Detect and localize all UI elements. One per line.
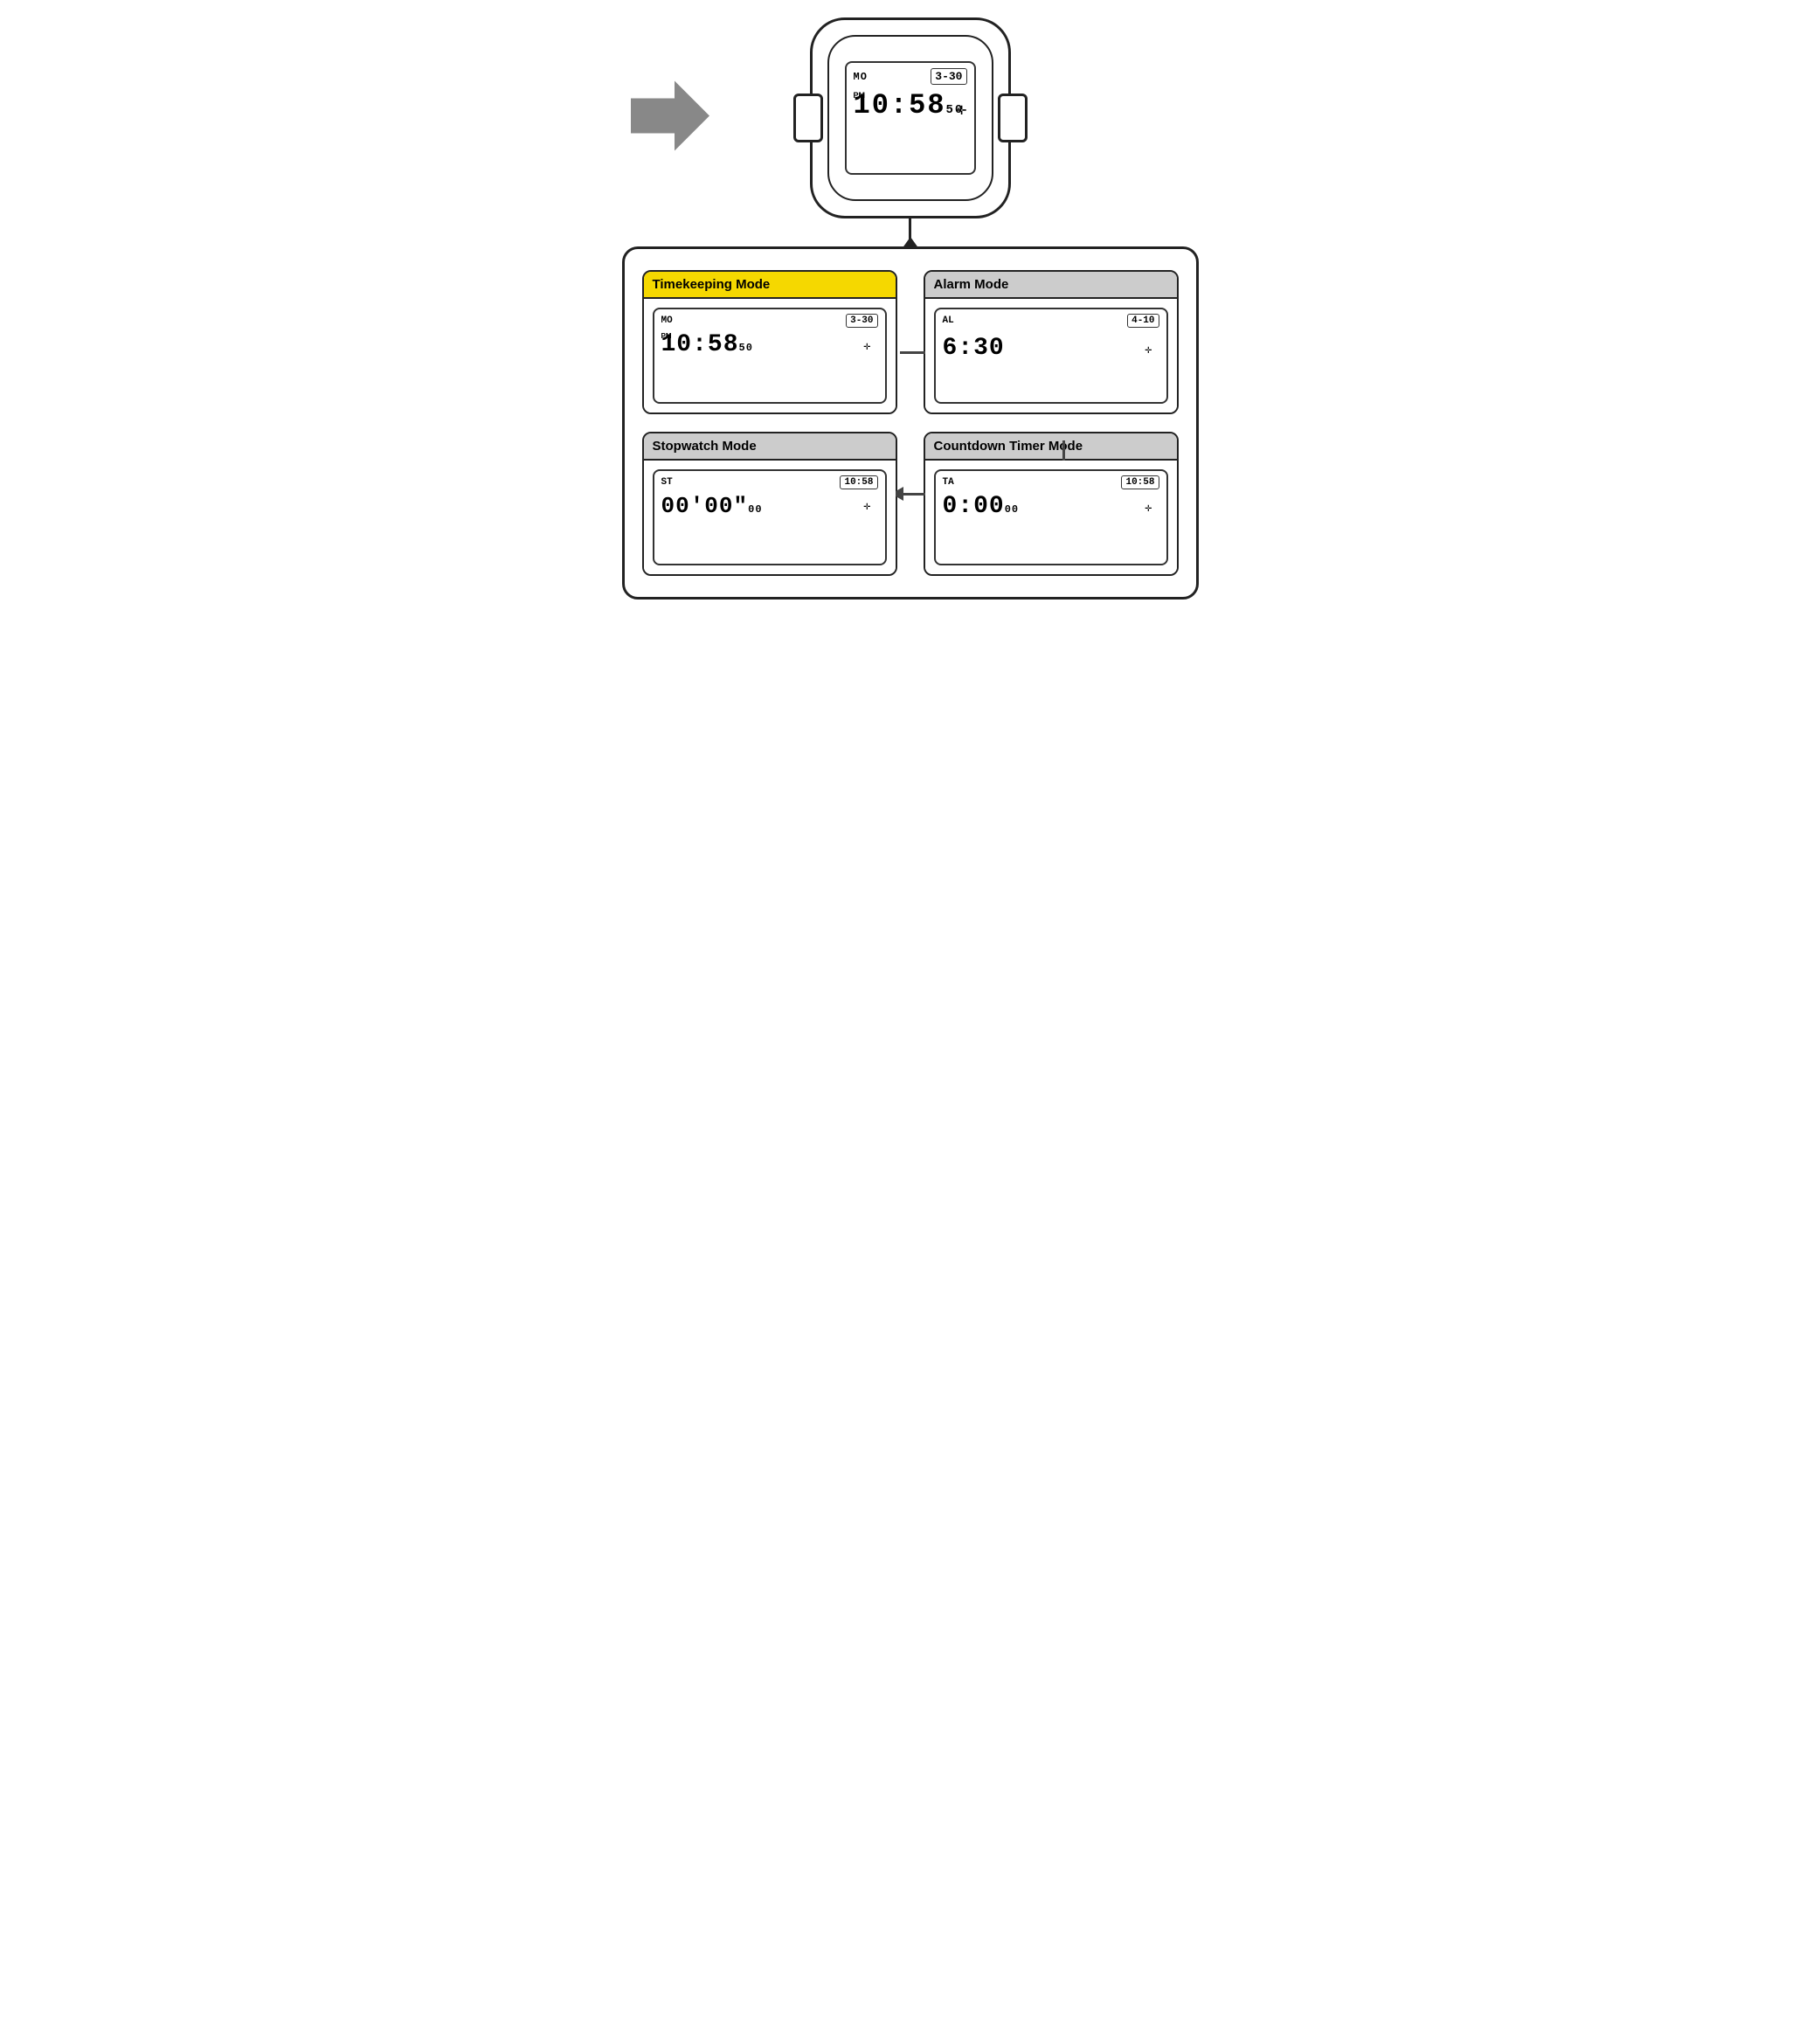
watch-time-value: 10:58 [854, 89, 946, 121]
countdown-title: Countdown Timer Mode [925, 433, 1177, 461]
modes-grid: Timekeeping Mode MO 3-30 PM 10:5850 ✛ [642, 270, 1179, 576]
st-time: 00'00"00 [661, 495, 878, 517]
alarm-title: Alarm Mode [925, 272, 1177, 299]
ct-mode-code: TA [943, 477, 954, 488]
watch-section: MO 3-30 PM 10:5850 ✛ [605, 17, 1216, 218]
diagram-box: Timekeeping Mode MO 3-30 PM 10:5850 ✛ [622, 246, 1199, 600]
tk-seconds: 50 [739, 342, 753, 354]
st-compass: ✛ [863, 503, 870, 512]
stopwatch-display: ST 10:58 00'00"00 ✛ [644, 461, 896, 574]
alarm-screen: AL 4-10 6:30 ✛ [934, 308, 1168, 404]
timekeeping-mode-card: Timekeeping Mode MO 3-30 PM 10:5850 ✛ [642, 270, 897, 414]
al-time: 6:30 [943, 336, 1159, 361]
watch-time-row: 10:5850 ✛ [854, 92, 967, 120]
tk-time-row: 10:5850 ✛ [661, 333, 878, 357]
timekeeping-display: MO 3-30 PM 10:5850 ✛ [644, 299, 896, 412]
ct-time: 0:0000 [943, 495, 1159, 519]
stopwatch-title: Stopwatch Mode [644, 433, 896, 461]
al-time-main: 6:30 [943, 335, 1005, 362]
al-time-row: 6:30 ✛ [943, 336, 1159, 361]
watch-screen: MO 3-30 PM 10:5850 ✛ [845, 61, 976, 175]
ct-time-main: 0:00 [943, 493, 1005, 520]
stopwatch-screen: ST 10:58 00'00"00 ✛ [653, 469, 887, 565]
watch-compass-icon: ✛ [957, 103, 967, 118]
watch-date: 3-30 [931, 68, 966, 85]
st-date: 10:58 [840, 475, 877, 489]
st-time-main: 00'00" [661, 493, 749, 519]
ct-top-row: TA 10:58 [943, 475, 1159, 489]
page-container: MO 3-30 PM 10:5850 ✛ [605, 17, 1216, 600]
al-top-row: AL 4-10 [943, 314, 1159, 328]
al-date: 4-10 [1127, 314, 1159, 328]
alarm-display: AL 4-10 6:30 ✛ [925, 299, 1177, 412]
tk-time-main: 10:58 [661, 331, 739, 358]
countdown-display: TA 10:58 0:0000 ✛ [925, 461, 1177, 574]
tk-date: 3-30 [846, 314, 877, 328]
timekeeping-title: Timekeeping Mode [644, 272, 896, 299]
diagram-triangle-pointer [902, 237, 919, 249]
tk-mode-code: MO [661, 315, 673, 326]
watch-inner-case: MO 3-30 PM 10:5850 ✛ [827, 35, 993, 201]
al-mode-code: AL [943, 315, 954, 326]
countdown-screen: TA 10:58 0:0000 ✛ [934, 469, 1168, 565]
al-compass: ✛ [1145, 346, 1152, 356]
timekeeping-screen: MO 3-30 PM 10:5850 ✛ [653, 308, 887, 404]
tk-compass: ✛ [863, 343, 870, 352]
tk-top-row: MO 3-30 [661, 314, 878, 328]
st-seconds: 00 [748, 503, 762, 516]
watch-mode-code: MO [854, 71, 868, 83]
countdown-mode-card: Countdown Timer Mode TA 10:58 0:0000 ✛ [924, 432, 1179, 576]
st-mode-code: ST [661, 477, 673, 488]
ct-date: 10:58 [1121, 475, 1159, 489]
ct-compass: ✛ [1145, 504, 1152, 514]
st-top-row: ST 10:58 [661, 475, 878, 489]
ct-time-row: 0:0000 ✛ [943, 495, 1159, 519]
ct-seconds: 00 [1005, 503, 1019, 516]
st-time-row: 00'00"00 ✛ [661, 495, 878, 517]
alarm-mode-card: Alarm Mode AL 4-10 6:30 ✛ [924, 270, 1179, 414]
gray-arrow-icon [631, 81, 709, 156]
stopwatch-mode-card: Stopwatch Mode ST 10:58 00'00"00 ✛ [642, 432, 897, 576]
tk-time: 10:5850 [661, 333, 878, 357]
watch-outer-case: MO 3-30 PM 10:5850 ✛ [810, 17, 1011, 218]
watch-top-row: MO 3-30 [854, 68, 967, 85]
watch-time-main: 10:5850 [854, 89, 965, 121]
